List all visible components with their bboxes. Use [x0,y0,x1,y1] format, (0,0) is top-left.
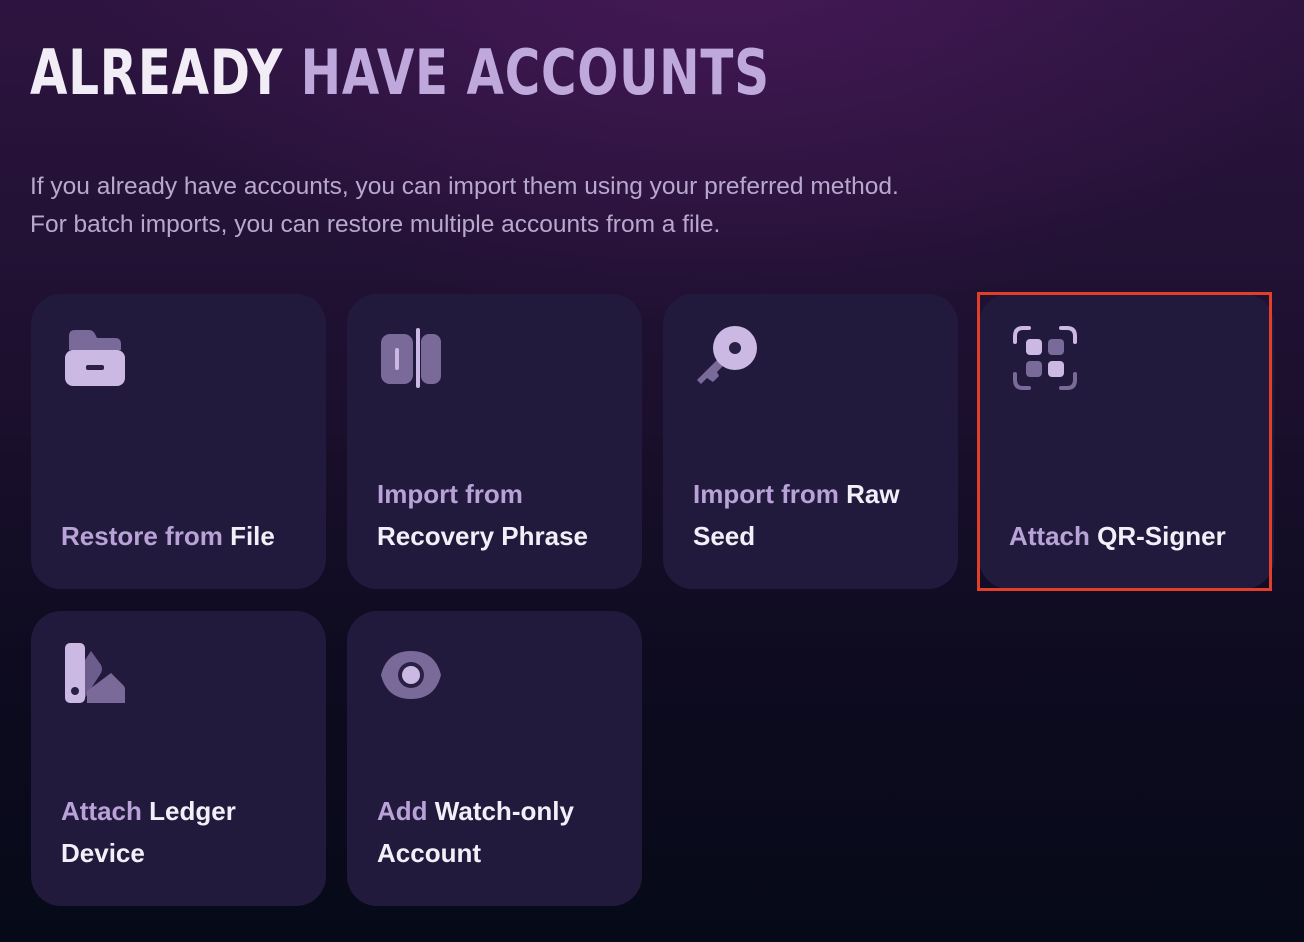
eye-icon [381,651,441,699]
qr-scan-icon [1013,326,1077,390]
import-raw-seed-card[interactable]: Import from Raw Seed [663,294,958,589]
restore-from-file-card[interactable]: Restore from File [31,294,326,589]
ledger-icon [65,643,125,703]
page-description: If you already have accounts, you can im… [30,173,899,238]
import-recovery-phrase-label: Import from Recovery Phrase [377,479,589,551]
title-word-already: ALREADY [30,36,284,109]
attach-qr-signer-card[interactable]: Attach QR-Signer [979,294,1274,589]
add-watch-only-label: Add Watch-only Account [377,796,574,868]
folder-icon [65,330,125,386]
add-watch-only-card[interactable]: Add Watch-only Account [347,611,642,906]
restore-from-file-label: Restore from File [61,521,275,551]
recovery-phrase-icon [381,328,441,388]
page-title: ALREADY HAVE ACCOUNTS [30,34,770,112]
import-raw-seed-label: Import from Raw Seed [693,479,900,551]
key-icon [697,326,757,384]
attach-ledger-card[interactable]: Attach Ledger Device [31,611,326,906]
attach-ledger-label: Attach Ledger Device [61,796,236,868]
title-word-have-accounts: HAVE ACCOUNTS [300,36,770,109]
attach-qr-signer-label: Attach QR-Signer [1009,521,1226,551]
import-recovery-phrase-card[interactable]: Import from Recovery Phrase [347,294,642,589]
